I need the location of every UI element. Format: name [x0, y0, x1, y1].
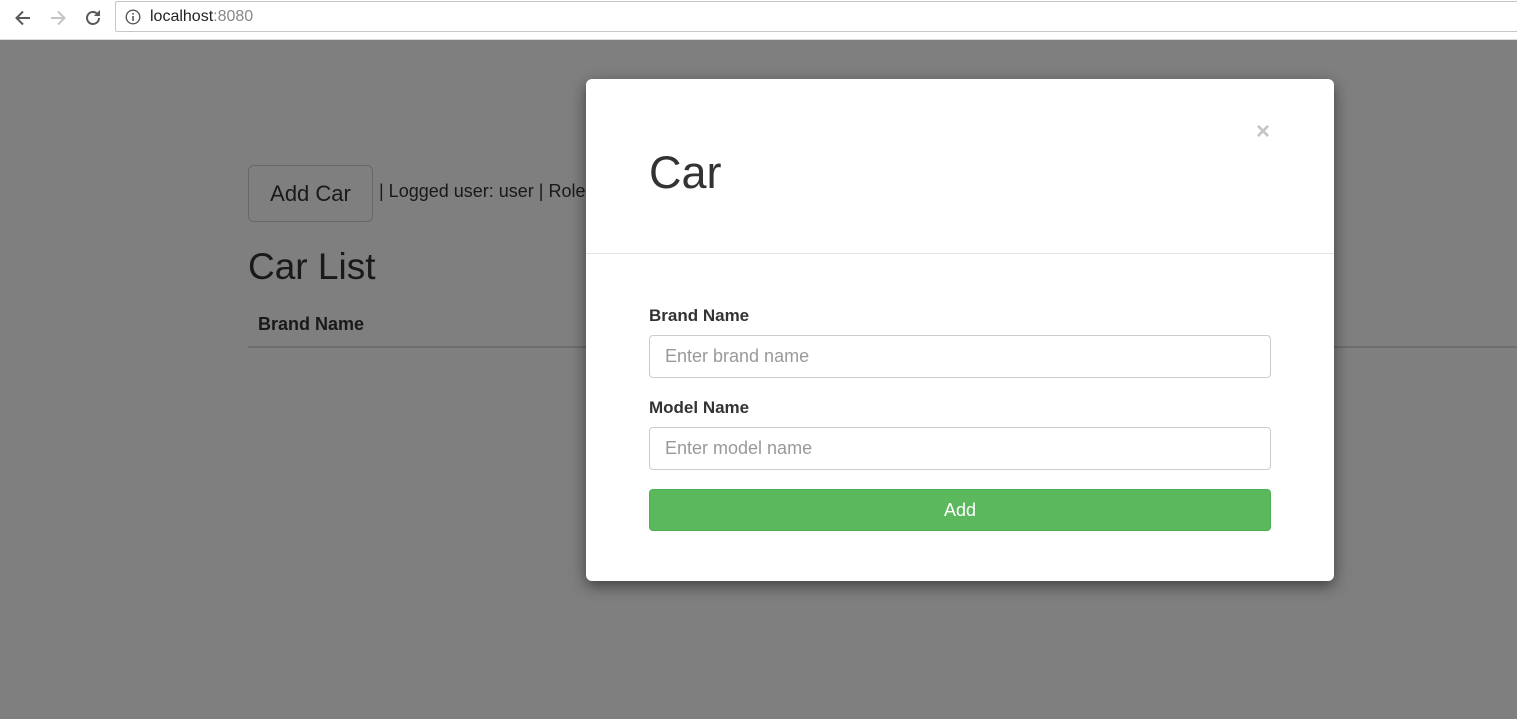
reload-button[interactable]: [80, 5, 106, 31]
forward-button[interactable]: [45, 5, 71, 31]
info-icon[interactable]: [125, 9, 141, 25]
brand-name-label: Brand Name: [649, 306, 750, 325]
car-modal: Car × Brand Name Model Name Add: [586, 79, 1334, 581]
add-button[interactable]: Add: [649, 489, 1271, 531]
brand-name-input[interactable]: [649, 335, 1271, 378]
modal-title: Car: [649, 147, 722, 198]
arrow-right-icon: [51, 10, 66, 26]
model-name-label: Model Name: [649, 398, 750, 417]
url-port: :8080: [213, 8, 254, 25]
reload-icon: [86, 10, 100, 25]
modal-header: Car ×: [586, 79, 1334, 254]
back-button[interactable]: [10, 5, 36, 31]
close-icon[interactable]: ×: [1252, 119, 1274, 145]
url-text: localhost:8080: [150, 8, 253, 26]
url-host: localhost: [150, 8, 214, 25]
arrow-left-icon: [15, 10, 30, 26]
browser-toolbar: localhost:8080: [0, 0, 1517, 40]
address-bar[interactable]: localhost:8080: [115, 1, 1517, 32]
model-name-input[interactable]: [649, 427, 1271, 470]
